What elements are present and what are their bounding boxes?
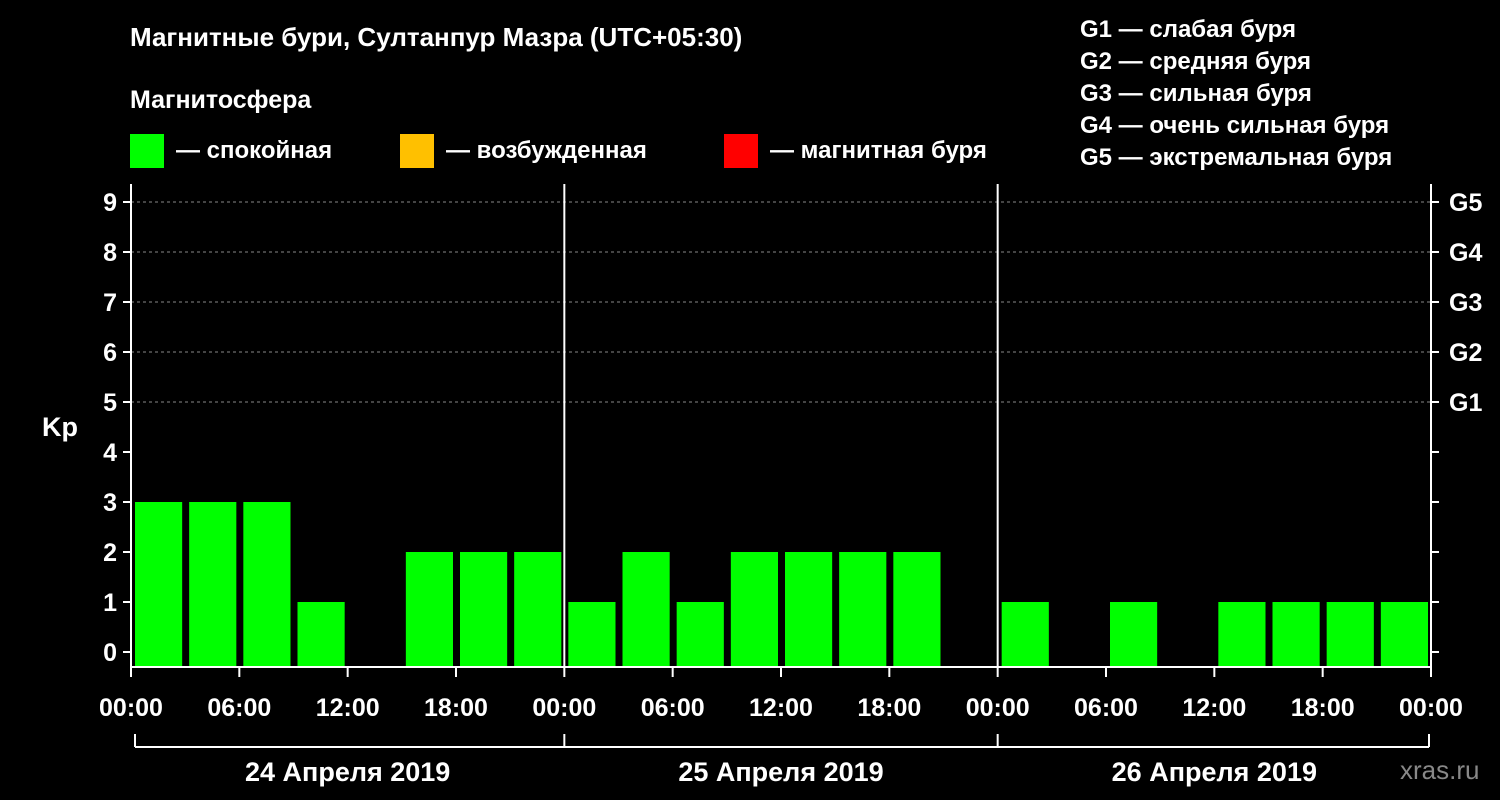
kp-bar: [1272, 602, 1320, 667]
kp-bar: [676, 602, 724, 667]
kp-bar: [405, 552, 453, 667]
kp-bar: [297, 602, 345, 667]
x-tick-label: 12:00: [316, 694, 380, 722]
y-tick-label: 0: [103, 639, 117, 667]
y-tick-label: 6: [103, 339, 117, 367]
day-label: 25 Апреля 2019: [678, 757, 883, 787]
x-tick-label: 12:00: [1182, 694, 1246, 722]
x-tick-label: 00:00: [1399, 694, 1463, 722]
x-tick-label: 06:00: [1074, 694, 1138, 722]
y-tick-label: 2: [103, 539, 117, 567]
kp-bar: [1326, 602, 1374, 667]
g-tick-label: G3: [1449, 289, 1482, 317]
g-tick-label: G2: [1449, 339, 1482, 367]
kp-bar: [1001, 602, 1049, 667]
kp-bar: [893, 552, 941, 667]
x-tick-label: 06:00: [641, 694, 705, 722]
x-tick-label: 12:00: [749, 694, 813, 722]
kp-bar: [730, 552, 778, 667]
kp-bar: [189, 502, 237, 667]
kp-bar: [1218, 602, 1266, 667]
kp-bar: [514, 552, 562, 667]
y-tick-label: 5: [103, 389, 117, 417]
kp-bar: [1380, 602, 1428, 667]
kp-bar: [460, 552, 508, 667]
kp-chart: 0 1 2 3 4 5 6 7 8 9 G1 G2 G3 G4 G5 00:00 06:00 12:00 18:00…: [99, 184, 1482, 787]
g-tick-label: G4: [1449, 239, 1482, 267]
day-label: 26 Апреля 2019: [1112, 757, 1317, 787]
x-tick-label: 18:00: [857, 694, 921, 722]
kp-bar: [622, 552, 670, 667]
kp-bar: [1110, 602, 1158, 667]
y-tick-label: 3: [103, 489, 117, 517]
y-tick-label: 9: [103, 189, 117, 217]
kp-bar: [839, 552, 887, 667]
y-tick-label: 1: [103, 589, 117, 617]
y-tick-label: 8: [103, 239, 117, 267]
y-tick-label: 4: [103, 439, 117, 467]
x-tick-label: 18:00: [1291, 694, 1355, 722]
kp-bar: [243, 502, 291, 667]
kp-bar: [785, 552, 833, 667]
y-tick-label: 7: [103, 289, 117, 317]
g-tick-label: G1: [1449, 389, 1482, 417]
x-tick-label: 00:00: [99, 694, 163, 722]
x-tick-label: 06:00: [207, 694, 271, 722]
kp-bar: [135, 502, 183, 667]
g-tick-label: G5: [1449, 189, 1482, 217]
day-label: 24 Апреля 2019: [245, 757, 450, 787]
x-tick-label: 00:00: [532, 694, 596, 722]
x-tick-label: 00:00: [966, 694, 1030, 722]
kp-bar: [568, 602, 616, 667]
x-tick-label: 18:00: [424, 694, 488, 722]
